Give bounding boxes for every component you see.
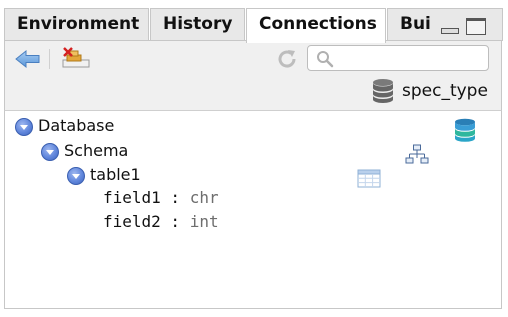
connections-pane: Environment History Connections Build sp… xyxy=(0,0,508,317)
field-row: field1 : chr xyxy=(103,187,219,209)
refresh-icon xyxy=(278,50,296,68)
search-field[interactable] xyxy=(307,45,489,71)
tab-connections[interactable]: Connections xyxy=(246,8,386,43)
search-icon xyxy=(317,51,334,68)
field-type: chr xyxy=(189,188,219,207)
schema-icon xyxy=(405,144,429,164)
toolbar-separator xyxy=(49,49,50,69)
table-icon xyxy=(357,169,381,188)
pane-bottom-edge xyxy=(0,309,508,317)
back-button[interactable] xyxy=(15,49,41,69)
database-icon xyxy=(373,79,393,103)
tab-history[interactable]: History xyxy=(150,8,245,41)
search-input[interactable] xyxy=(338,48,484,68)
minimize-icon[interactable] xyxy=(441,28,459,34)
tab-bar: Environment History Connections Build xyxy=(0,0,508,43)
expand-toggle-icon[interactable] xyxy=(15,118,33,136)
tab-environment[interactable]: Environment xyxy=(4,8,149,41)
pane-window-controls xyxy=(432,14,502,40)
refresh-button[interactable] xyxy=(275,47,299,71)
object-tree: Database Schema table1 field1 : chr fiel… xyxy=(4,111,502,309)
maximize-icon[interactable] xyxy=(466,18,486,35)
field-name: field2 xyxy=(103,212,161,231)
tree-node-label: Database xyxy=(38,116,115,135)
connections-toolbar xyxy=(4,41,502,76)
tree-node-label: Schema xyxy=(64,141,129,160)
expand-toggle-icon[interactable] xyxy=(67,167,85,185)
field-name: field1 xyxy=(103,188,161,207)
disconnect-icon xyxy=(62,47,90,68)
back-arrow-icon xyxy=(15,49,40,69)
tree-node-label: table1 xyxy=(90,165,141,184)
connection-spec-bar: spec_type xyxy=(4,75,502,111)
spec-type-label: spec_type xyxy=(402,81,488,101)
disconnect-button[interactable] xyxy=(61,46,91,70)
field-separator: : xyxy=(160,188,190,207)
database-color-icon xyxy=(455,118,475,142)
expand-toggle-icon[interactable] xyxy=(41,143,59,161)
field-row: field2 : int xyxy=(103,211,219,233)
field-separator: : xyxy=(160,212,190,231)
field-type: int xyxy=(189,212,219,231)
